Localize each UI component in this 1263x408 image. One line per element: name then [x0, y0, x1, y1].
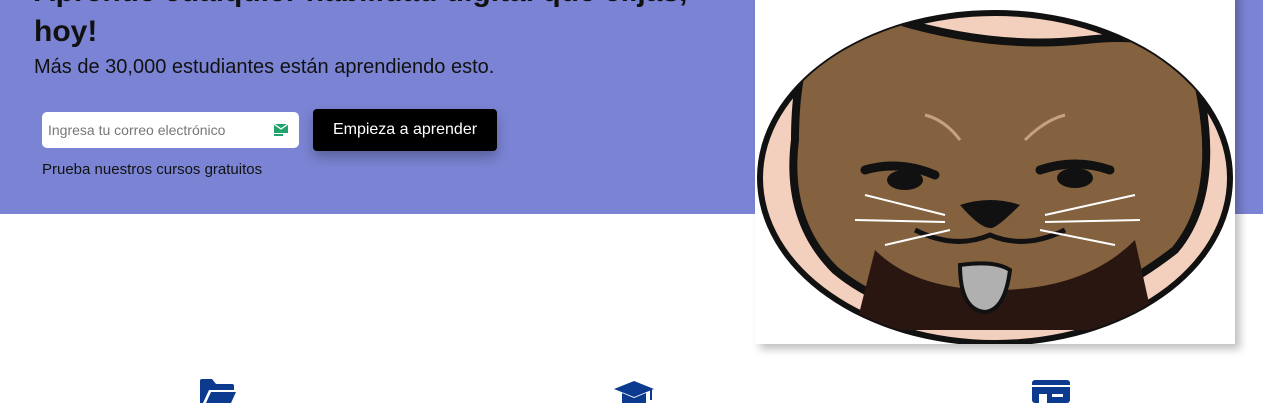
email-field[interactable] [42, 112, 267, 148]
start-learning-button[interactable]: Empieza a aprender [313, 109, 497, 151]
free-courses-link[interactable]: Prueba nuestros cursos gratuitos [42, 161, 262, 178]
email-field-wrapper [42, 112, 299, 148]
hero-title: Aprende cualquier habilidad digital que … [34, 0, 687, 48]
newspaper-icon [1032, 380, 1070, 408]
folder-open-icon [199, 378, 237, 408]
cat-mascot-image [755, 0, 1235, 344]
mail-icon [273, 123, 289, 137]
hero-subtitle: Más de 30,000 estudiantes están aprendie… [34, 56, 495, 78]
graduation-cap-icon [613, 380, 655, 408]
